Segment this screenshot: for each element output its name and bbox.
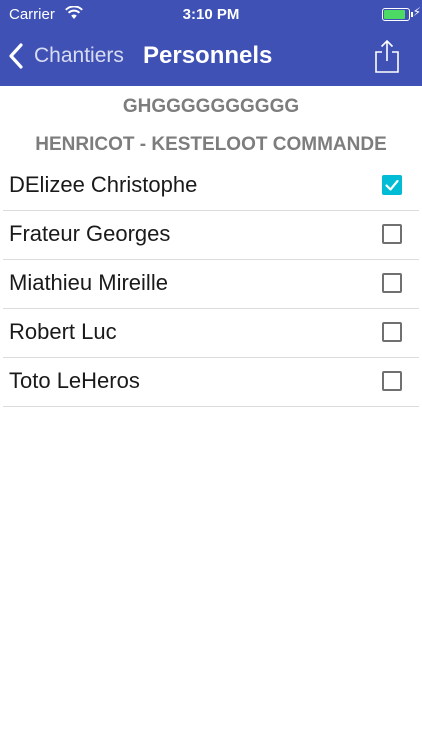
chevron-left-icon [9, 43, 23, 69]
page-title: Personnels [143, 42, 273, 69]
personnel-name: Frateur Georges [9, 221, 171, 246]
header: Carrier 3:10 PM ⚡︎ Chantiers Personnels [0, 0, 422, 86]
list-item[interactable]: DElizee Christophe [3, 162, 419, 211]
navigation-bar: Chantiers Personnels [0, 28, 422, 86]
checkbox[interactable] [382, 273, 402, 293]
site-title: GHGGGGGGGGGG [122, 96, 300, 117]
charging-bolt-icon: ⚡︎ [412, 5, 421, 19]
back-button[interactable]: Chantiers [8, 40, 124, 72]
checkbox[interactable] [382, 175, 402, 195]
personnel-name: Miathieu Mireille [9, 270, 168, 295]
battery-icon [382, 8, 410, 21]
personnel-name: Robert Luc [9, 319, 117, 344]
clock: 3:10 PM [182, 6, 240, 23]
site-subtitle: HENRICOT - KESTELOOT COMMANDE [35, 134, 387, 155]
list-item[interactable]: Robert Luc [3, 309, 419, 358]
checkbox[interactable] [382, 224, 402, 244]
status-bar: Carrier 3:10 PM ⚡︎ [0, 0, 422, 28]
back-button-label: Chantiers [34, 44, 124, 67]
personnel-list: DElizee Christophe Frateur Georges Miath… [3, 162, 419, 407]
list-item[interactable]: Toto LeHeros [3, 358, 419, 407]
personnel-name: Toto LeHeros [9, 368, 140, 393]
checkbox[interactable] [382, 371, 402, 391]
list-item[interactable]: Miathieu Mireille [3, 260, 419, 309]
checkmark-icon [385, 179, 399, 191]
personnel-name: DElizee Christophe [9, 172, 198, 197]
checkbox[interactable] [382, 322, 402, 342]
share-button[interactable] [373, 38, 401, 74]
battery-level [384, 10, 406, 19]
share-icon [375, 39, 399, 73]
screen: Carrier 3:10 PM ⚡︎ Chantiers Personnels … [0, 0, 422, 750]
list-item[interactable]: Frateur Georges [3, 211, 419, 260]
